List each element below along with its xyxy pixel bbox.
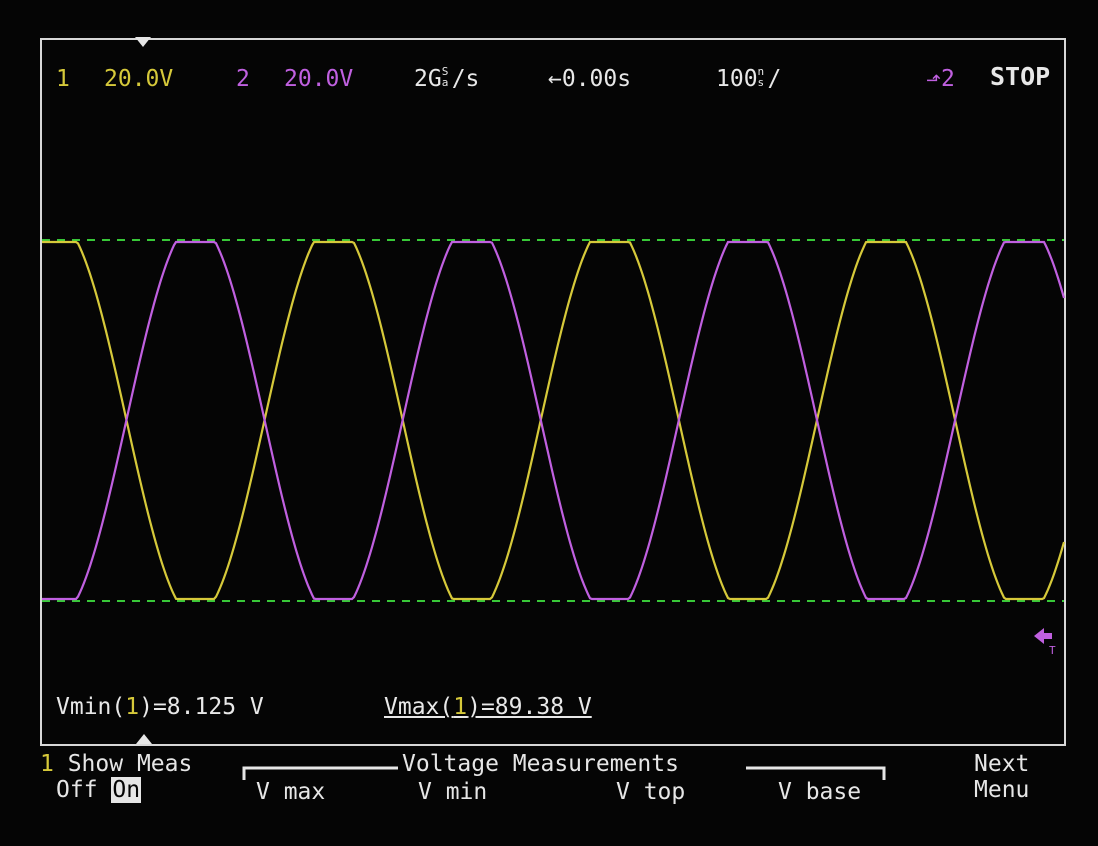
softkey-vmax[interactable]: V max (256, 780, 325, 804)
ch2-trace (42, 240, 1066, 601)
svg-text:T: T (1049, 644, 1056, 657)
voltage-measurements-title: Voltage Measurements (402, 751, 679, 777)
menu-pointer-icon (136, 734, 152, 744)
oscilloscope-display: 1 20.0V 2 20.0V 2GS a/s ←0.00s 100n s / ⬏2 … (0, 0, 1098, 846)
trigger-level-marker-icon: T (1034, 628, 1056, 657)
softkey-vbase[interactable]: V base (778, 780, 861, 804)
softkey-vmin[interactable]: V min (418, 780, 487, 804)
waveform-plot (42, 239, 1066, 602)
vmax-measurement: Vmax(1)=89.38 V (384, 694, 592, 720)
softkey-vtop[interactable]: V top (616, 780, 685, 804)
vmin-measurement: Vmin(1)=8.125 V (56, 694, 264, 720)
ch1-trace (42, 240, 1066, 601)
